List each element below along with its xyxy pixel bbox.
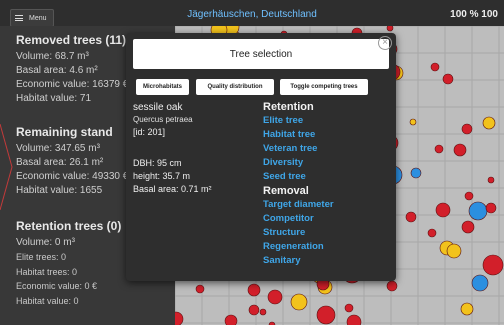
- tree-marker[interactable]: [290, 293, 308, 311]
- tree-marker[interactable]: [485, 202, 497, 214]
- tree-height: height: 35.7 m: [133, 171, 191, 181]
- tree-marker[interactable]: [430, 62, 440, 72]
- tree-marker[interactable]: [434, 144, 444, 154]
- tree-marker[interactable]: [427, 228, 437, 238]
- tree-marker[interactable]: [464, 191, 474, 201]
- tree-marker[interactable]: [259, 308, 267, 316]
- tree-marker[interactable]: [487, 176, 495, 184]
- quality-distribution-button[interactable]: Quality distribution: [196, 79, 274, 95]
- tree-marker[interactable]: [346, 314, 362, 325]
- tree-marker[interactable]: [482, 116, 496, 130]
- seed-tree-option[interactable]: Seed tree: [263, 170, 391, 184]
- tree-marker[interactable]: [405, 211, 417, 223]
- diversity-option[interactable]: Diversity: [263, 156, 391, 170]
- target-diameter-option[interactable]: Target diameter: [263, 198, 391, 212]
- dialog-title: Tree selection: [229, 48, 293, 60]
- tree-marker[interactable]: [471, 274, 489, 292]
- retention-heading: Retention: [263, 101, 314, 113]
- dialog-header: Tree selection: [133, 39, 389, 69]
- tree-marker[interactable]: [344, 303, 354, 313]
- location-title: Jägerhäuschen, Deutschland: [187, 9, 317, 20]
- tree-marker[interactable]: [386, 26, 394, 32]
- tree-marker[interactable]: [442, 73, 454, 85]
- tree-marker[interactable]: [461, 220, 475, 234]
- tree-marker[interactable]: [409, 118, 417, 126]
- tree-marker[interactable]: [316, 305, 336, 325]
- microhabitats-button[interactable]: Microhabitats: [136, 79, 189, 95]
- top-bar: Menu Jägerhäuschen, Deutschland 100 % 10…: [0, 0, 504, 27]
- retention-habitat-value: Habitat value: 0: [16, 295, 79, 306]
- tree-basal-area: Basal area: 0.71 m²: [133, 184, 212, 194]
- close-icon[interactable]: ×: [378, 36, 392, 50]
- regeneration-option[interactable]: Regeneration: [263, 240, 391, 254]
- tree-marker[interactable]: [453, 143, 467, 157]
- tree-marker[interactable]: [247, 283, 261, 297]
- tree-latin-name: Quercus petraea: [133, 115, 193, 124]
- connector-lines: [0, 124, 13, 210]
- tree-selection-dialog: Tree selection × Microhabitats Quality d…: [126, 33, 396, 281]
- selection-actions: Retention Elite tree Habitat tree Vetera…: [263, 100, 391, 268]
- habitat-tree-option[interactable]: Habitat tree: [263, 128, 391, 142]
- zoom-level: 100 % 100: [450, 9, 498, 20]
- tree-common-name: sessile oak: [133, 102, 183, 113]
- tree-marker[interactable]: [267, 289, 283, 305]
- sanitary-option[interactable]: Sanitary: [263, 254, 391, 268]
- tree-marker[interactable]: [195, 284, 205, 294]
- tree-marker[interactable]: [446, 243, 462, 259]
- tree-marker[interactable]: [248, 304, 260, 316]
- tree-marker[interactable]: [468, 201, 488, 221]
- tree-marker[interactable]: [460, 302, 474, 316]
- tree-marker[interactable]: [435, 202, 451, 218]
- tree-marker[interactable]: [482, 254, 504, 276]
- tree-id: [id: 201]: [133, 127, 166, 137]
- toggle-competing-trees-button[interactable]: Toggle competing trees: [280, 79, 368, 95]
- tree-marker[interactable]: [386, 280, 398, 292]
- veteran-tree-option[interactable]: Veteran tree: [263, 142, 391, 156]
- tree-marker[interactable]: [410, 167, 422, 179]
- tree-info: sessile oak Quercus petraea [id: 201] DB…: [133, 101, 253, 196]
- removal-heading: Removal: [263, 185, 309, 197]
- tree-marker[interactable]: [461, 123, 473, 135]
- tree-marker[interactable]: [224, 314, 238, 325]
- elite-tree-option[interactable]: Elite tree: [263, 114, 391, 128]
- retention-economic-value: Economic value: 0 €: [16, 281, 98, 291]
- tree-marker[interactable]: [175, 311, 184, 325]
- competitor-option[interactable]: Competitor: [263, 212, 391, 226]
- structure-option[interactable]: Structure: [263, 226, 391, 240]
- tree-dbh: DBH: 95 cm: [133, 158, 182, 168]
